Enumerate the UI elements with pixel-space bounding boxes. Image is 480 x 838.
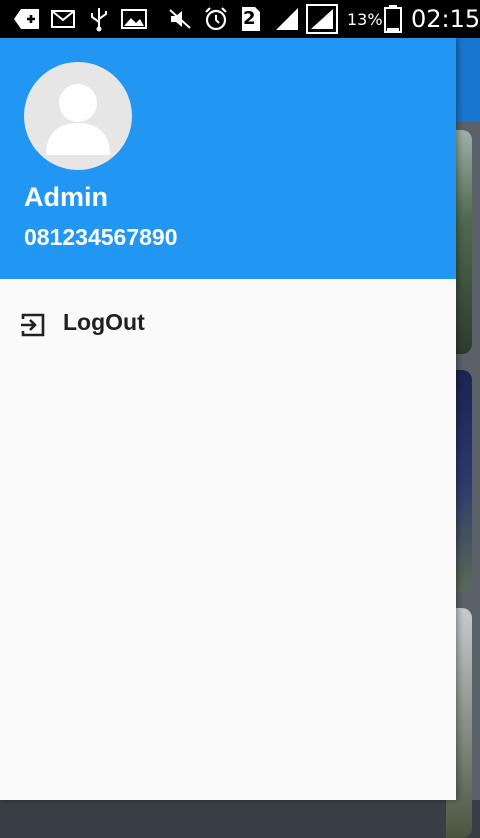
user-phone: 081234567890: [24, 224, 178, 250]
alarm-icon: [203, 6, 229, 32]
battery-percent: 13%: [347, 10, 383, 29]
battery-icon: [383, 5, 403, 33]
menu-item-logout[interactable]: LogOut: [0, 302, 456, 346]
user-name: Admin: [24, 182, 108, 212]
navigation-drawer: Admin 081234567890 LogOut: [0, 38, 456, 800]
image-icon: [121, 6, 147, 32]
signal-icon: [274, 6, 300, 32]
avatar: [24, 62, 132, 170]
usb-icon: [86, 6, 112, 32]
signal-box-icon: [306, 4, 338, 34]
person-icon: [46, 84, 110, 155]
mute-icon: [167, 6, 193, 32]
sim-badge: 2: [243, 8, 256, 29]
drawer-header: Admin 081234567890: [0, 38, 456, 279]
logout-icon: [19, 311, 47, 339]
menu-item-label: LogOut: [63, 309, 145, 335]
add-notification-icon: [14, 6, 40, 32]
clock: 02:15: [411, 5, 480, 33]
mail-icon: [50, 6, 76, 32]
status-bar: 2 13% 02:15: [0, 0, 480, 38]
